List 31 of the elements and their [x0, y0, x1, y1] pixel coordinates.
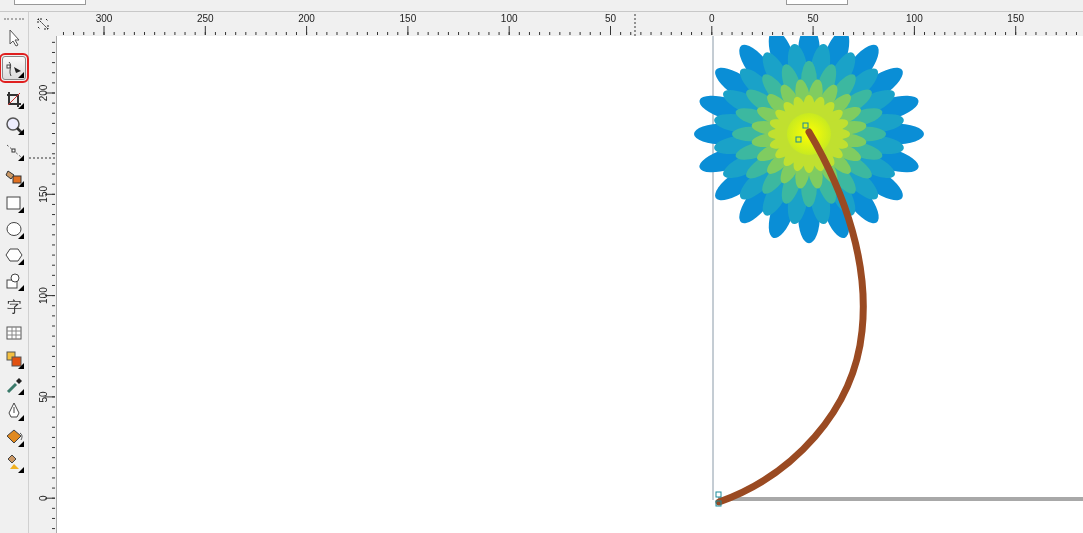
zoom-icon [4, 115, 24, 135]
ruler-label: 150 [399, 13, 417, 24]
polygon-icon [4, 245, 24, 265]
crop-icon [4, 89, 24, 109]
eyedropper-icon [4, 375, 24, 395]
ruler-label: 100 [500, 13, 518, 24]
ruler-label: 50 [604, 13, 617, 24]
toolbar-field[interactable] [786, 0, 848, 5]
ruler-label: 0 [709, 13, 715, 24]
table-icon [4, 323, 24, 343]
shape-tool[interactable] [2, 56, 26, 80]
ruler-label: 50 [807, 13, 819, 24]
ruler-label: 100 [906, 13, 923, 24]
rectangle-icon [4, 193, 24, 213]
ruler-label: 150 [38, 185, 49, 203]
effects-icon [4, 349, 24, 369]
ruler-label: 0 [38, 495, 49, 501]
ruler-label: 200 [38, 84, 49, 102]
ruler-label: 250 [196, 13, 214, 24]
ruler-label: 50 [38, 391, 49, 403]
toolbar-field[interactable] [14, 0, 86, 5]
ruler-label: 100 [38, 287, 49, 304]
fill-icon [4, 427, 24, 447]
basicshapes-icon [4, 271, 24, 291]
ruler-label: 150 [1007, 13, 1025, 24]
ruler-label: 200 [298, 13, 315, 24]
ruler-origin-icon[interactable] [36, 18, 49, 30]
ellipse-icon [4, 219, 24, 239]
text-tool[interactable]: 字 [2, 295, 26, 319]
node-handles[interactable] [715, 122, 809, 507]
ruler-label: 300 [95, 13, 113, 24]
